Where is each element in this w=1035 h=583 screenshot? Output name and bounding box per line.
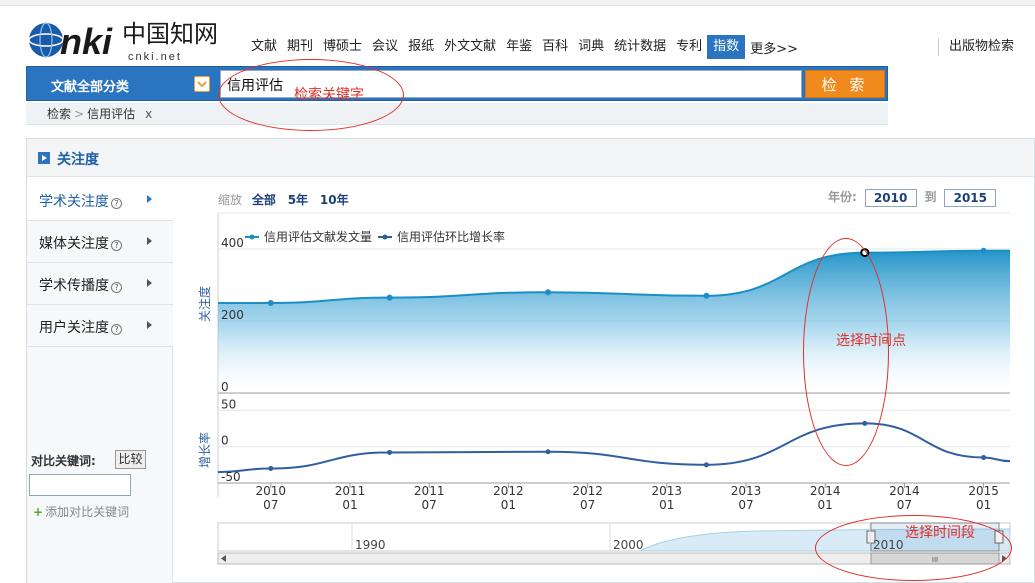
y-tick-top-1: 200 <box>221 308 244 322</box>
series-1-point-3[interactable] <box>703 462 709 468</box>
x-tick-year-1: 2011 <box>335 484 366 498</box>
y-tick-top-2: 0 <box>221 380 229 394</box>
y-tick-bottom-1: 0 <box>221 434 229 448</box>
navigator-label-1: 2000 <box>613 538 644 552</box>
x-tick-month-2: 07 <box>422 498 437 512</box>
x-tick-month-7: 01 <box>818 498 833 512</box>
point-annotation-ellipse <box>803 238 889 466</box>
x-tick-year-8: 2014 <box>889 484 920 498</box>
keyword-annotation: 检索关键字 <box>294 87 364 103</box>
y-tick-top-0: 400 <box>221 236 244 250</box>
legend-swatch-dot-1 <box>382 234 388 240</box>
top-series-layer <box>218 247 1010 393</box>
chart-legend: 信用评估文献发文量 信用评估环比增长率 <box>245 229 505 244</box>
series-area-0 <box>218 250 1010 393</box>
series-0-point-2[interactable] <box>545 289 551 296</box>
x-tick-year-7: 2014 <box>810 484 841 498</box>
x-tick-year-9: 2015 <box>968 484 999 498</box>
series-line-1 <box>217 422 1011 474</box>
x-tick-year-6: 2013 <box>731 484 762 498</box>
legend-label-1[interactable]: 信用评估环比增长率 <box>397 229 505 244</box>
point-annotation: 选择时间点 <box>836 333 906 349</box>
y-axis-label-top: 关注度 <box>197 286 212 322</box>
x-tick-month-3: 01 <box>501 498 516 512</box>
range-annotation: 选择时间段 <box>905 525 975 541</box>
x-tick-month-6: 07 <box>738 498 753 512</box>
y-tick-bottom-2: -50 <box>221 470 241 484</box>
x-tick-year-3: 2012 <box>493 484 524 498</box>
series-1-point-5[interactable] <box>981 455 987 461</box>
x-tick-year-4: 2012 <box>572 484 603 498</box>
series-0-point-5[interactable] <box>980 247 987 254</box>
series-0-point-0[interactable] <box>267 300 274 306</box>
x-tick-year-5: 2013 <box>652 484 683 498</box>
y-axis-label-bottom: 增长率 <box>197 432 212 468</box>
legend-swatch-dot-0 <box>249 234 255 240</box>
x-tick-month-4: 07 <box>580 498 595 512</box>
x-tick-month-8: 07 <box>897 498 912 512</box>
y-tick-bottom-0: 50 <box>221 397 236 411</box>
x-tick-month-0: 07 <box>263 498 278 512</box>
navigator-label-0: 1990 <box>355 538 386 552</box>
series-0-point-1[interactable] <box>386 294 393 301</box>
x-tick-year-2: 2011 <box>414 484 445 498</box>
legend-label-0[interactable]: 信用评估文献发文量 <box>264 229 372 244</box>
x-tick-month-5: 01 <box>659 498 674 512</box>
series-1-point-0[interactable] <box>268 465 274 471</box>
series-1-point-2[interactable] <box>545 449 551 455</box>
series-1-point-1[interactable] <box>387 449 393 455</box>
x-tick-month-9: 01 <box>976 498 991 512</box>
series-0-point-3[interactable] <box>703 292 710 299</box>
x-tick-year-0: 2010 <box>256 484 287 498</box>
x-tick-month-1: 01 <box>342 498 357 512</box>
